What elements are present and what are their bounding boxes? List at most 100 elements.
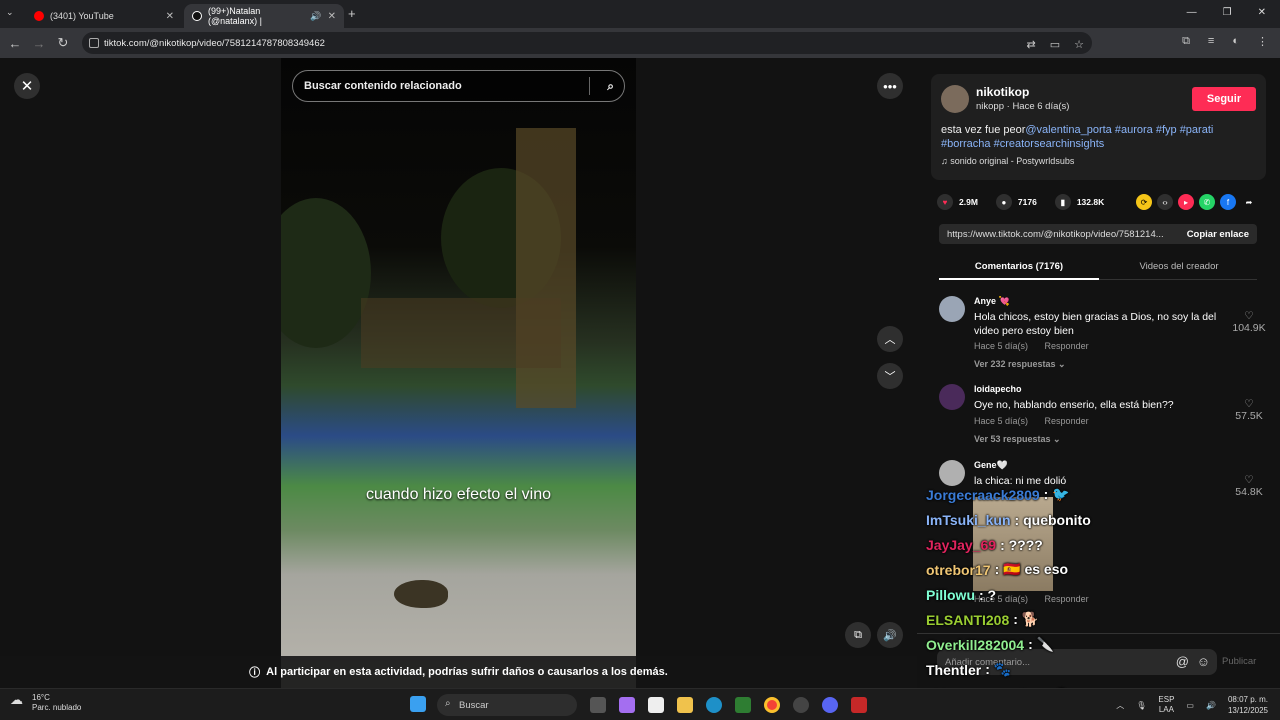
chat-message: : ????: [1000, 536, 1043, 553]
tab-creator-videos[interactable]: Videos del creador: [1099, 261, 1259, 272]
send-icon[interactable]: ▸: [1178, 194, 1194, 210]
previous-video-button[interactable]: ︿: [877, 326, 903, 352]
mention-link[interactable]: @valentina_porta: [1025, 124, 1111, 136]
xbox-icon[interactable]: [735, 697, 751, 713]
whatsapp-icon[interactable]: ✆: [1199, 194, 1215, 210]
taskbar-search[interactable]: ⌕ Buscar: [437, 694, 577, 716]
comment-like[interactable]: ♡ 57.5K: [1229, 398, 1269, 422]
comment-like[interactable]: ♡ 54.8K: [1229, 474, 1269, 498]
clock[interactable]: 08:07 p. m. 13/12/2025: [1228, 694, 1268, 716]
comment-like[interactable]: ♡ 104.9K: [1229, 310, 1269, 334]
cast-icon[interactable]: ▭: [1050, 38, 1060, 51]
minimize-icon[interactable]: —: [1187, 7, 1197, 18]
hashtag-link[interactable]: #creatorsearchinsights: [994, 138, 1105, 150]
hashtag-link[interactable]: #borracha: [941, 138, 991, 150]
site-info-icon[interactable]: [89, 38, 99, 48]
playground-structure: [361, 298, 561, 368]
close-video-button[interactable]: ✕: [14, 73, 40, 99]
volume-icon[interactable]: 🔊: [1206, 701, 1216, 710]
tray-expand-icon[interactable]: ︿: [1116, 700, 1124, 711]
microphone-icon[interactable]: 🎙: [1136, 701, 1146, 710]
search-icon[interactable]: ⌕: [607, 79, 614, 94]
tab-youtube[interactable]: (3401) YouTube ✕: [26, 4, 182, 28]
reading-list-icon[interactable]: ≡: [1208, 35, 1214, 48]
reply-button[interactable]: Responder: [1045, 416, 1089, 426]
chat-line: otrebor17: 🇪🇸 es eso: [926, 557, 1146, 582]
task-view-icon[interactable]: [590, 697, 606, 713]
reply-button[interactable]: Responder: [1045, 341, 1089, 351]
creator-avatar[interactable]: [941, 85, 969, 113]
chrome-icon[interactable]: [764, 697, 780, 713]
sound-link[interactable]: ♫ sonido original - Postywrldsubs: [941, 156, 1074, 166]
copilot-icon[interactable]: [619, 697, 635, 713]
restore-icon[interactable]: ❐: [1223, 7, 1232, 18]
profile-avatar[interactable]: ◐: [1232, 35, 1239, 48]
tab-search-icon[interactable]: ⌄: [6, 7, 14, 18]
store-icon[interactable]: [648, 697, 664, 713]
hashtag-link[interactable]: #fyp: [1156, 124, 1177, 136]
mention-icon[interactable]: @: [1176, 654, 1189, 669]
hashtag-link[interactable]: #aurora: [1115, 124, 1153, 136]
language-indicator[interactable]: ESP LAA: [1158, 695, 1174, 715]
heart-icon[interactable]: ♡: [1229, 474, 1269, 486]
view-replies-button[interactable]: Ver 53 respuestas ⌄: [974, 434, 1061, 445]
hashtag-link[interactable]: #parati: [1180, 124, 1214, 136]
commenter-name[interactable]: loidapecho: [974, 384, 1022, 394]
comment-icon[interactable]: ●: [995, 194, 1012, 210]
volume-icon[interactable]: 🔊: [877, 622, 903, 648]
heart-icon[interactable]: ♡: [1229, 398, 1269, 410]
commenter-avatar[interactable]: [939, 296, 965, 322]
close-tab-icon[interactable]: ✕: [166, 11, 174, 22]
floating-player-icon[interactable]: ⧉: [845, 622, 871, 648]
extensions-icon[interactable]: ⧉: [1182, 35, 1190, 48]
follow-button[interactable]: Seguir: [1192, 87, 1256, 111]
tab-comments[interactable]: Comentarios (7176): [939, 261, 1099, 272]
bookmark-star-icon[interactable]: ☆: [1074, 38, 1084, 51]
tiktok-icon: [192, 11, 202, 21]
next-video-button[interactable]: ﹀: [877, 363, 903, 389]
menu-icon[interactable]: ⋮: [1257, 35, 1268, 48]
steam-icon[interactable]: [793, 697, 809, 713]
speaker-icon[interactable]: 🔊: [310, 11, 321, 22]
commenter-name[interactable]: Gene🤍: [974, 460, 1008, 471]
heart-icon[interactable]: ♡: [1229, 310, 1269, 322]
forward-icon[interactable]: →: [27, 36, 51, 51]
repost-icon[interactable]: ⟳: [1136, 194, 1152, 210]
edge-icon[interactable]: [706, 697, 722, 713]
creator-username[interactable]: nikotikop: [976, 85, 1029, 99]
embed-icon[interactable]: ‹›: [1157, 194, 1173, 210]
translate-icon[interactable]: ⇄: [1027, 38, 1036, 51]
window-controls: — ❐ ✕: [1187, 7, 1266, 18]
commenter-avatar[interactable]: [939, 384, 965, 410]
related-search-input[interactable]: Buscar contenido relacionado ⌕: [292, 70, 625, 102]
tab-tiktok[interactable]: (99+)Natalan (@natalanx) | 🔊 ✕: [184, 4, 344, 28]
publish-button[interactable]: Publicar: [1222, 656, 1256, 667]
network-icon[interactable]: ▭: [1186, 701, 1194, 710]
video-player[interactable]: Buscar contenido relacionado ⌕ cuando hi…: [281, 58, 636, 688]
app-icon[interactable]: [851, 697, 867, 713]
view-replies-button[interactable]: Ver 232 respuestas ⌄: [974, 359, 1066, 370]
chat-line: ImTsuki_kun: quebonito: [926, 507, 1146, 532]
commenter-name[interactable]: Anye 💘: [974, 296, 1010, 307]
new-tab-button[interactable]: +: [348, 6, 356, 21]
file-explorer-icon[interactable]: [677, 697, 693, 713]
close-window-icon[interactable]: ✕: [1258, 7, 1266, 18]
chat-user: ELSANTI208: [926, 611, 1010, 628]
discord-icon[interactable]: [822, 697, 838, 713]
address-bar-row: ← → ↻ tiktok.com/@nikotikop/video/758121…: [0, 28, 1280, 58]
bookmark-icon[interactable]: ▮: [1054, 194, 1071, 210]
omnibox-icons: ⇄ ▭ ☆: [1027, 38, 1085, 51]
weather-widget[interactable]: ☁ 16°C Parc. nublado: [10, 693, 81, 713]
share-arrow-icon[interactable]: ➦: [1241, 194, 1257, 210]
like-icon[interactable]: ♥: [937, 194, 953, 210]
close-tab-icon[interactable]: ✕: [328, 11, 336, 22]
facebook-icon[interactable]: f: [1220, 194, 1236, 210]
windows-start-icon[interactable]: [410, 696, 426, 712]
reload-icon[interactable]: ↻: [51, 35, 75, 51]
video-caption: cuando hizo efecto el vino: [365, 486, 551, 503]
url-field[interactable]: tiktok.com/@nikotikop/video/758121478780…: [82, 32, 1092, 54]
emoji-icon[interactable]: ☺: [1197, 654, 1210, 669]
back-icon[interactable]: ←: [3, 36, 27, 51]
copy-link-button[interactable]: Copiar enlace: [1187, 229, 1249, 240]
more-options-button[interactable]: •••: [877, 73, 903, 99]
